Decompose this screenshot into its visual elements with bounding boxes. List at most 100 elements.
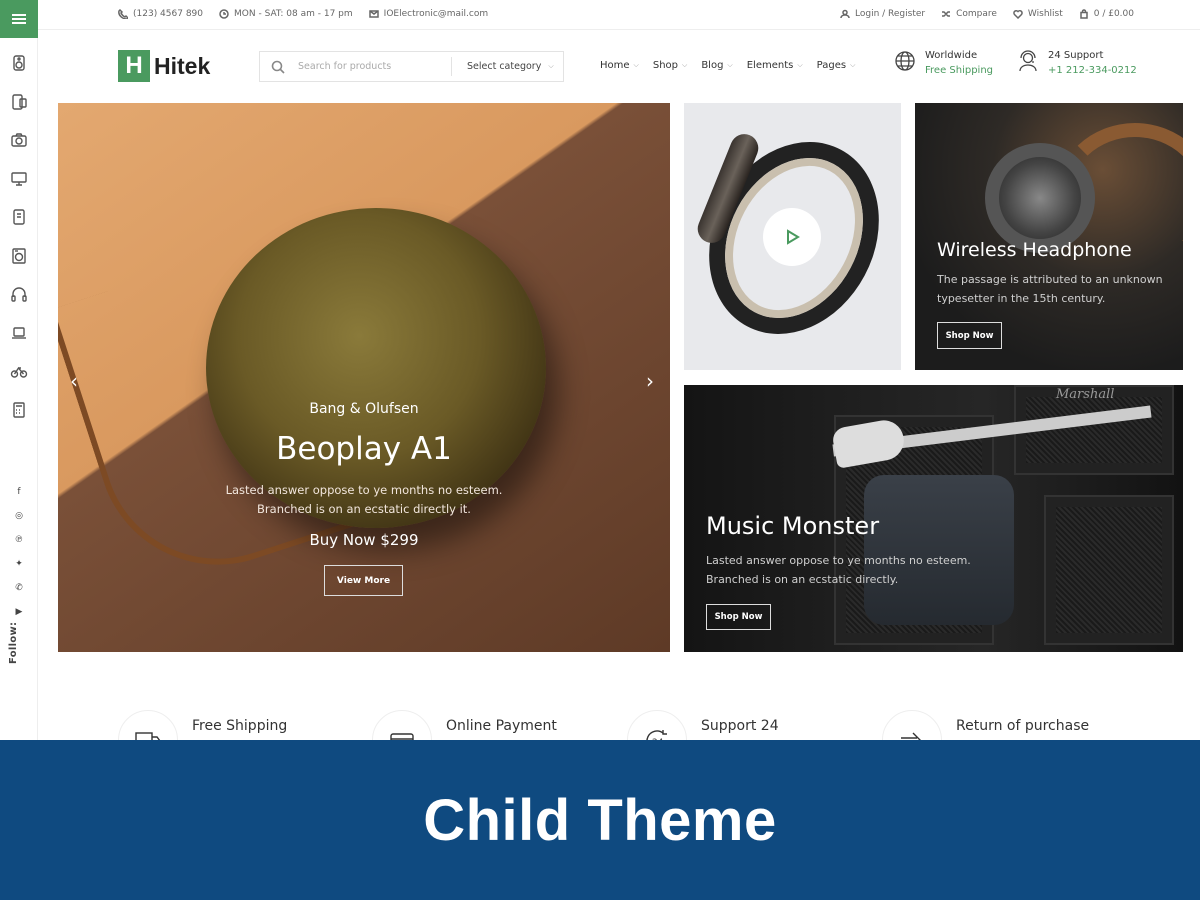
- tablet-icon[interactable]: [0, 198, 38, 237]
- logo-mark: H: [118, 50, 150, 82]
- login-register-link[interactable]: Login / Register: [840, 9, 925, 19]
- nav-shop[interactable]: Shop ⌵: [653, 60, 687, 71]
- amp-brand-text: Marshall: [1056, 387, 1115, 402]
- login-text: Login / Register: [855, 9, 926, 19]
- wishlist-link[interactable]: Wishlist: [1013, 9, 1063, 19]
- twitter-icon[interactable]: ✦: [0, 552, 38, 576]
- headphone-desc-line-1: The passage is attributed to an unknown: [937, 273, 1163, 286]
- shuffle-icon: [942, 11, 951, 17]
- cart-total: 0 / £0.00: [1093, 9, 1134, 19]
- category-select[interactable]: Select category ⌵: [451, 57, 554, 76]
- youtube-icon[interactable]: ▶: [0, 600, 38, 624]
- category-icon-list: [0, 44, 38, 429]
- music-banner-title: Music Monster: [706, 512, 880, 540]
- nav-pages[interactable]: Pages ⌵: [817, 60, 856, 71]
- hero-title: Beoplay A1: [276, 431, 452, 467]
- email-text: IOElectronic@mail.com: [383, 9, 489, 19]
- pinterest-icon[interactable]: ℗: [0, 528, 38, 552]
- whatsapp-icon[interactable]: ✆: [0, 576, 38, 600]
- music-monster-banner: Marshall Music Monster Lasted answer opp…: [684, 385, 1183, 652]
- features-row: Free Shipping Online Payment 24 Support …: [38, 700, 1200, 770]
- main-header: H Hitek Search for products Select categ…: [38, 30, 1200, 102]
- nav-home[interactable]: Home ⌵: [600, 60, 639, 71]
- monitor-icon[interactable]: [0, 160, 38, 199]
- view-more-button[interactable]: View More: [324, 565, 403, 596]
- support-phone[interactable]: +1 212-334-0212: [1048, 65, 1137, 76]
- instagram-icon[interactable]: ◎: [0, 504, 38, 528]
- chevron-down-icon: ⌵: [727, 61, 733, 69]
- headphones-icon[interactable]: [0, 275, 38, 314]
- nav-elements[interactable]: Elements ⌵: [747, 60, 803, 71]
- camera-icon[interactable]: [0, 121, 38, 160]
- category-select-label: Select category: [467, 61, 542, 72]
- music-desc-line-1: Lasted answer oppose to ye months no est…: [706, 554, 971, 567]
- hero-desc-line-2: Branched is on an ecstatic directly it.: [257, 502, 471, 516]
- hours-text: MON - SAT: 08 am - 17 pm: [234, 9, 353, 19]
- music-shop-now-button[interactable]: Shop Now: [706, 604, 771, 630]
- hamburger-icon: [12, 18, 26, 20]
- hero-subtitle: Bang & Olufsen: [309, 401, 419, 417]
- user-icon: [840, 9, 850, 19]
- child-theme-title: Child Theme: [423, 787, 777, 853]
- heart-icon: [1013, 9, 1023, 19]
- topbar-email[interactable]: IOElectronic@mail.com: [368, 9, 489, 19]
- top-bar: (123) 4567 890 MON - SAT: 08 am - 17 pm …: [38, 0, 1200, 30]
- speaker-image: [206, 208, 546, 528]
- music-desc-line-2: Branched is on an ecstatic directly.: [706, 573, 899, 586]
- search-input[interactable]: Search for products: [298, 61, 451, 72]
- phone-icon: [118, 9, 128, 19]
- compare-link[interactable]: Compare: [941, 9, 997, 19]
- topbar-phone[interactable]: (123) 4567 890: [118, 9, 203, 19]
- play-icon: [787, 229, 800, 245]
- main-nav: Home ⌵ Shop ⌵ Blog ⌵ Elements ⌵ Pages ⌵: [600, 60, 855, 71]
- calculator-icon[interactable]: [0, 391, 38, 430]
- speaker-cabinet-graphic-2: [1044, 495, 1174, 645]
- hero-desc-line-1: Lasted answer oppose to ye months no est…: [225, 483, 503, 497]
- chevron-down-icon: ⌵: [797, 61, 803, 69]
- hamburger-menu-button[interactable]: [0, 0, 38, 38]
- nav-blog[interactable]: Blog ⌵: [701, 60, 732, 71]
- cart-link[interactable]: 0 / £0.00: [1079, 9, 1134, 19]
- support-title: 24 Support: [1048, 50, 1104, 61]
- play-video-button[interactable]: [763, 208, 821, 266]
- headphone-desc-line-2: typesetter in the 15th century.: [937, 292, 1106, 305]
- search-bar: Search for products Select category ⌵: [259, 51, 564, 82]
- watch-video-banner[interactable]: [684, 103, 901, 370]
- follow-label: Follow:: [8, 621, 19, 664]
- hero-slider: ‹ › Bang & Olufsen Beoplay A1 Lasted ans…: [58, 103, 670, 652]
- support-info: 24 Support +1 212-334-0212: [1017, 50, 1137, 76]
- wishlist-text: Wishlist: [1027, 9, 1063, 19]
- bicycle-icon[interactable]: [0, 352, 38, 391]
- site-logo[interactable]: H Hitek: [118, 50, 210, 82]
- slider-next-arrow[interactable]: ›: [646, 369, 654, 393]
- worldwide-shipping-info: Worldwide Free Shipping: [894, 50, 993, 76]
- nav-home-label: Home: [600, 60, 630, 71]
- guitarist-graphic: [864, 475, 1014, 625]
- headphone-banner-title: Wireless Headphone: [937, 239, 1132, 261]
- slider-prev-arrow[interactable]: ‹: [70, 369, 78, 393]
- compare-text: Compare: [956, 9, 997, 19]
- support-agent-icon: [1019, 50, 1037, 72]
- nav-elements-label: Elements: [746, 60, 794, 71]
- chevron-down-icon: ⌵: [633, 61, 639, 69]
- search-icon[interactable]: [271, 60, 285, 74]
- topbar-hours: MON - SAT: 08 am - 17 pm: [219, 9, 353, 19]
- social-links: f ◎ ℗ ✦ ✆ ▶: [0, 480, 38, 624]
- music-banner-description: Lasted answer oppose to ye months no est…: [706, 551, 971, 589]
- bag-icon: [1080, 9, 1088, 19]
- chevron-down-icon: ⌵: [548, 62, 554, 70]
- child-theme-banner: Child Theme: [0, 740, 1200, 900]
- free-shipping-text: Free Shipping: [925, 65, 994, 76]
- facebook-icon[interactable]: f: [0, 480, 38, 504]
- wireless-headphone-banner: Wireless Headphone The passage is attrib…: [915, 103, 1183, 370]
- globe-icon: [895, 51, 915, 71]
- phone-text: (123) 4567 890: [133, 9, 204, 19]
- nav-blog-label: Blog: [701, 60, 724, 71]
- headphone-shop-now-button[interactable]: Shop Now: [937, 322, 1002, 349]
- hero-price: Buy Now $299: [309, 531, 419, 549]
- phone-icon[interactable]: [0, 83, 38, 122]
- washing-machine-icon[interactable]: [0, 237, 38, 276]
- nav-shop-label: Shop: [652, 60, 678, 71]
- laptop-icon[interactable]: [0, 314, 38, 353]
- speaker-icon[interactable]: [0, 44, 38, 83]
